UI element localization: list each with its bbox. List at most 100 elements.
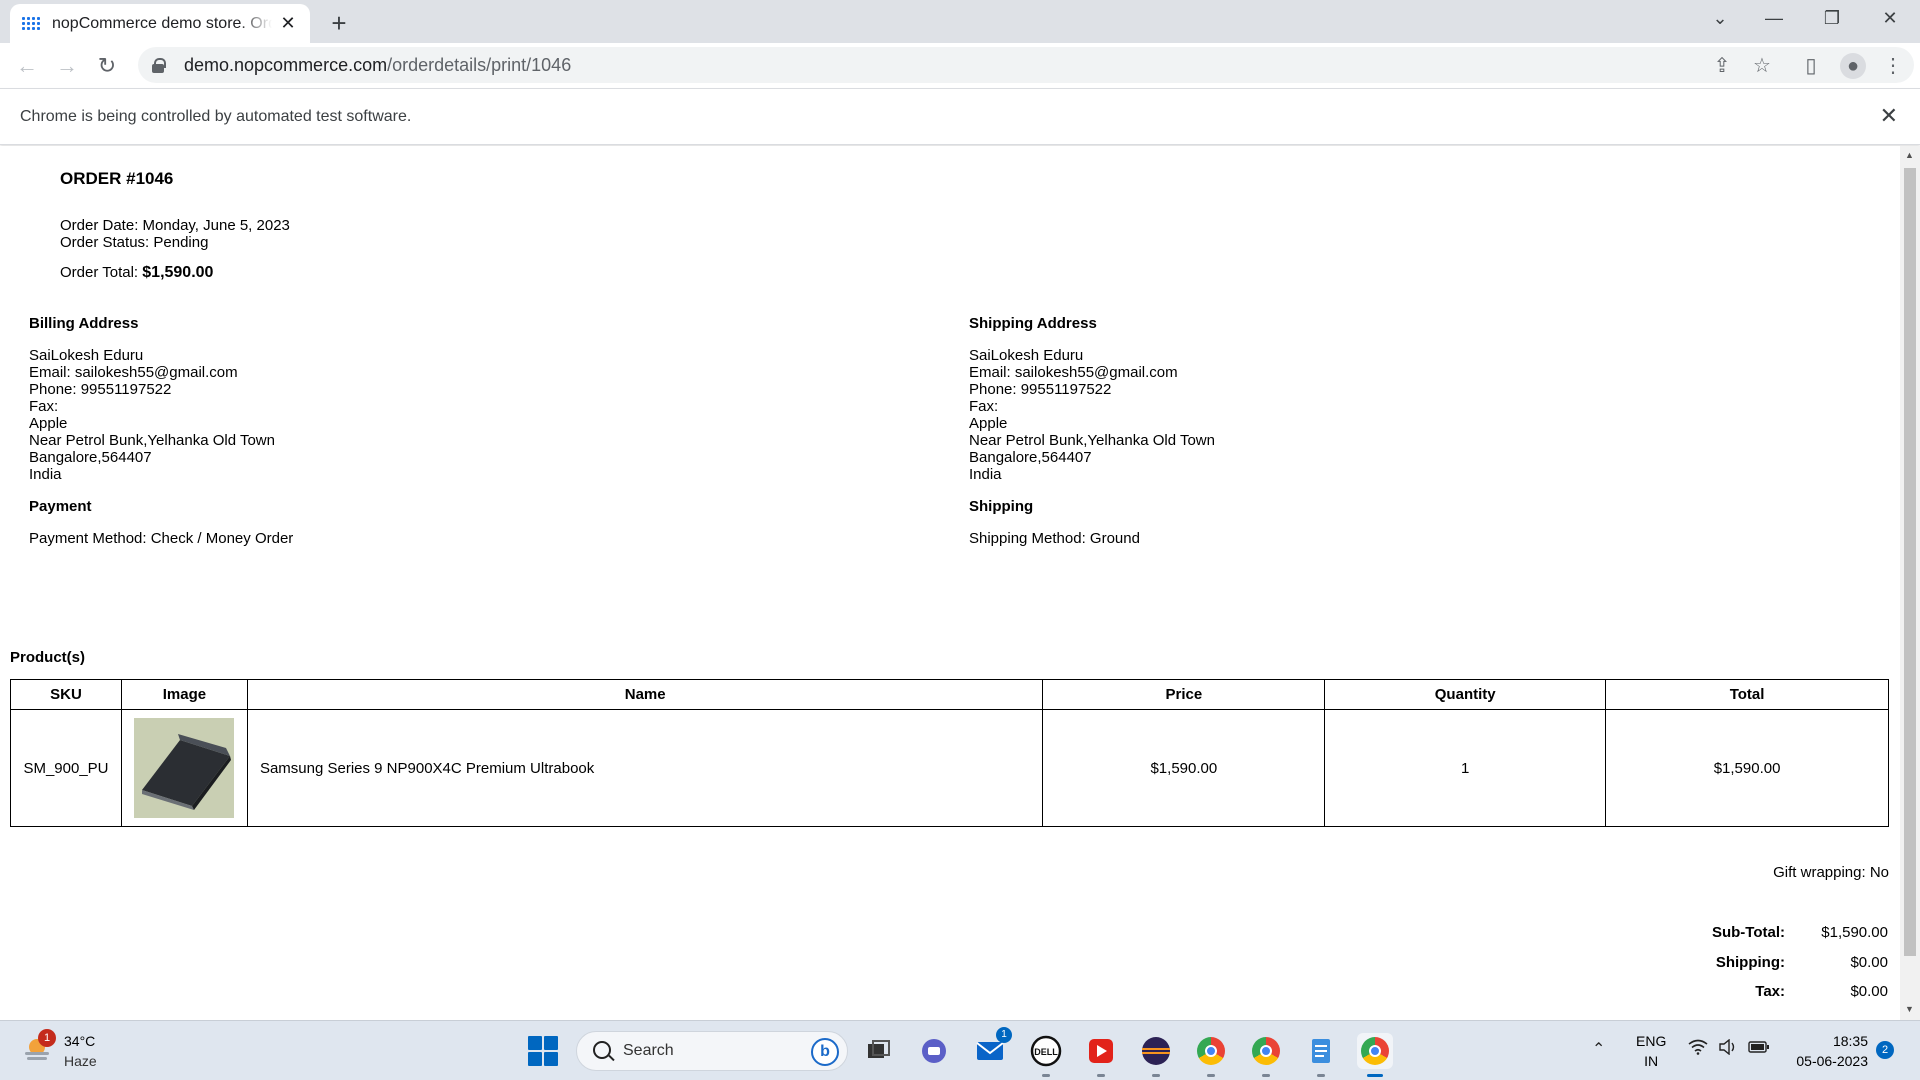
side-panel-icon[interactable]: ▯ — [1798, 53, 1824, 79]
chrome-active-icon[interactable] — [1357, 1033, 1393, 1077]
chevron-up-icon[interactable]: ⌃ — [1592, 1039, 1605, 1059]
teams-chat-icon[interactable] — [916, 1033, 952, 1069]
order-date-label: Order Date: — [60, 217, 139, 234]
weather-alert-badge: 1 — [38, 1029, 56, 1047]
shipping-line: India — [969, 466, 1002, 483]
billing-line: Near Petrol Bunk,Yelhanka Old Town — [29, 432, 275, 449]
task-view-icon[interactable] — [860, 1033, 896, 1069]
order-title: ORDER #1046 — [60, 169, 174, 188]
chrome-profile-icon[interactable] — [1193, 1033, 1229, 1077]
weather-temperature: 34°C — [64, 1033, 96, 1049]
new-tab-button[interactable]: + — [325, 8, 353, 39]
dell-icon[interactable]: DELL — [1028, 1033, 1064, 1077]
nopcommerce-favicon-icon — [22, 16, 42, 32]
table-header-row: SKU Image Name Price Quantity Total — [10, 679, 1889, 710]
taskbar-search-box[interactable]: Search b — [576, 1031, 848, 1071]
forward-button[interactable]: → — [52, 51, 82, 81]
products-title: Product(s) — [10, 649, 85, 666]
close-window-button[interactable]: ✕ — [1870, 8, 1910, 29]
profile-avatar-icon[interactable]: ● — [1840, 53, 1866, 79]
shipping-line: Phone: 99551197522 — [969, 381, 1112, 398]
order-print-page: ORDER #1046 Order Date: Monday, June 5, … — [0, 146, 1900, 1020]
weather-condition: Haze — [64, 1053, 97, 1069]
automation-infobar: Chrome is being controlled by automated … — [0, 88, 1920, 145]
product-total: $1,590.00 — [1605, 709, 1889, 827]
mail-badge: 1 — [996, 1027, 1012, 1043]
shipping-line: SaiLokesh Eduru — [969, 347, 1084, 364]
tab-title: nopCommerce demo store. Order details — [52, 14, 272, 32]
battery-icon[interactable] — [1748, 1039, 1770, 1060]
billing-address-title: Billing Address — [29, 315, 139, 332]
minimize-button[interactable]: — — [1754, 8, 1794, 29]
chrome-icon[interactable] — [1248, 1033, 1284, 1077]
tab-close-icon[interactable]: ✕ — [278, 13, 298, 34]
billing-line: Phone: 99551197522 — [29, 381, 172, 398]
payment-title: Payment — [29, 498, 92, 515]
billing-line: SaiLokesh Eduru — [29, 347, 144, 364]
windows-taskbar: 1 34°C Haze Search b 1 DELL ⌃ ENG IN 18:… — [0, 1020, 1920, 1080]
infobar-close-icon[interactable]: ✕ — [1880, 103, 1898, 129]
tab-search-chevron-icon[interactable]: ⌄ — [1700, 8, 1740, 29]
shipping-address-title: Shipping Address — [969, 315, 1097, 332]
column-header-image: Image — [120, 679, 248, 710]
clock-date: 05-06-2023 — [1796, 1053, 1868, 1069]
table-row: SM_900_PU Samsung Series 9 NP900X4C Prem… — [10, 709, 1889, 827]
browser-tab[interactable]: nopCommerce demo store. Order details ✕ — [10, 4, 310, 43]
order-total-label: Order Total: — [60, 264, 139, 281]
lock-icon[interactable] — [152, 58, 166, 73]
system-clock[interactable]: 18:35 05-06-2023 — [1784, 1031, 1868, 1071]
subtotal-value: $1,590.00 — [1821, 924, 1888, 941]
billing-line: Apple — [29, 415, 68, 432]
restore-button[interactable]: ❐ — [1812, 8, 1852, 29]
order-date: Order Date: Monday, June 5, 2023 — [60, 217, 290, 234]
app-red-icon[interactable] — [1083, 1033, 1119, 1077]
product-quantity: 1 — [1324, 709, 1607, 827]
column-header-sku: SKU — [10, 679, 122, 710]
back-button[interactable]: ← — [12, 51, 42, 81]
order-total-value: $1,590.00 — [142, 264, 214, 281]
mail-icon[interactable]: 1 — [972, 1027, 1012, 1069]
page-scrollbar[interactable]: ▲ ▼ — [1900, 146, 1920, 1020]
order-date-value: Monday, June 5, 2023 — [142, 217, 290, 234]
scroll-down-arrow-icon[interactable]: ▼ — [1905, 1004, 1914, 1014]
scroll-up-arrow-icon[interactable]: ▲ — [1905, 150, 1914, 160]
address-bar[interactable]: demo.nopcommerce.com/orderdetails/print/… — [138, 47, 1914, 83]
menu-kebab-icon[interactable]: ⋮ — [1880, 53, 1906, 79]
payment-method: Payment Method: Check / Money Order — [29, 530, 294, 547]
tax-label: Tax: — [1755, 983, 1785, 1000]
notification-badge[interactable]: 2 — [1876, 1041, 1894, 1059]
bookmark-star-icon[interactable]: ☆ — [1749, 53, 1775, 79]
language-indicator[interactable]: ENG IN — [1636, 1031, 1666, 1071]
bing-icon[interactable]: b — [811, 1038, 839, 1066]
reload-button[interactable]: ↻ — [92, 51, 122, 81]
shipping-total-label: Shipping: — [1715, 954, 1785, 971]
url-host: demo.nopcommerce.com — [184, 54, 388, 75]
taskbar-search-placeholder: Search — [623, 1042, 674, 1059]
shipping-line: Email: sailokesh55@gmail.com — [969, 364, 1178, 381]
infobar-text: Chrome is being controlled by automated … — [20, 108, 412, 125]
windows-start-icon[interactable] — [528, 1036, 558, 1066]
subtotal-label: Sub-Total: — [1711, 924, 1785, 941]
product-sku: SM_900_PU — [10, 709, 122, 827]
column-header-total: Total — [1605, 679, 1889, 710]
billing-line: India — [29, 466, 62, 483]
speaker-icon[interactable] — [1718, 1038, 1738, 1060]
language-code: ENG — [1636, 1033, 1667, 1049]
notepad-icon[interactable] — [1303, 1033, 1339, 1077]
column-header-quantity: Quantity — [1324, 679, 1607, 710]
gift-wrapping: Gift wrapping: No — [1773, 864, 1889, 881]
shipping-line: Bangalore,564407 — [969, 449, 1092, 466]
share-icon[interactable]: ⇪ — [1709, 53, 1735, 79]
shipping-line: Fax: — [969, 398, 999, 415]
shipping-line: Near Petrol Bunk,Yelhanka Old Town — [969, 432, 1215, 449]
scroll-thumb[interactable] — [1904, 168, 1916, 956]
column-header-price: Price — [1042, 679, 1326, 710]
shipping-method: Shipping Method: Ground — [969, 530, 1140, 547]
eclipse-icon[interactable] — [1138, 1033, 1174, 1077]
wifi-icon[interactable] — [1688, 1039, 1708, 1060]
order-status-label: Order Status: — [60, 234, 150, 251]
product-name: Samsung Series 9 NP900X4C Premium Ultrab… — [246, 709, 1044, 827]
shipping-title: Shipping — [969, 498, 1034, 515]
clock-time: 18:35 — [1832, 1033, 1868, 1049]
billing-line: Fax: — [29, 398, 59, 415]
